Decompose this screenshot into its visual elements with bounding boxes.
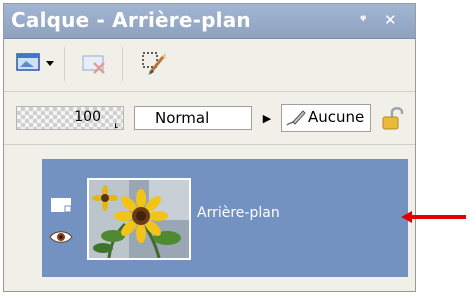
selection-brush-icon <box>142 52 166 75</box>
layer-name: Arrière-plan <box>197 205 280 221</box>
toolbar-separator <box>122 47 123 81</box>
new-layer-icon <box>16 53 40 71</box>
panel-title: Calque - Arrière-plan <box>11 8 251 32</box>
red-pointer-arrow-icon <box>401 211 466 223</box>
selection-brush-button[interactable] <box>138 47 172 81</box>
link-select[interactable]: Aucune <box>281 104 371 132</box>
blend-mode-value: Normal <box>155 109 210 127</box>
lock-button[interactable] <box>380 104 408 132</box>
opacity-field[interactable]: 100 ⸤ <box>16 106 124 130</box>
layer-thumbnail <box>87 178 191 260</box>
visibility-eye-icon[interactable] <box>49 229 73 245</box>
layer-mask-icon[interactable] <box>51 198 71 212</box>
layers-toolbar <box>4 39 415 92</box>
opacity-slider-icon[interactable]: ⸤ <box>114 115 119 130</box>
layer-properties-bar: 100 ⸤ Normal ▶ Aucune <box>4 92 415 145</box>
pin-icon[interactable]: ᵠ <box>360 13 366 28</box>
link-pen-icon <box>286 110 306 126</box>
delete-layer-button[interactable] <box>78 47 112 81</box>
new-layer-dropdown[interactable] <box>42 47 58 81</box>
unlock-icon <box>382 107 404 130</box>
layers-list: Arrière-plan <box>4 145 415 291</box>
panel-title-bar[interactable]: Calque - Arrière-plan ᵠ ✕ <box>4 4 415 39</box>
toolbar-separator <box>64 47 65 81</box>
sunflower-thumbnail-image <box>89 180 189 258</box>
link-value: Aucune <box>308 108 365 126</box>
blend-mode-arrow-icon[interactable]: ▶ <box>259 109 275 127</box>
layers-panel: Calque - Arrière-plan ᵠ ✕ 100 ⸤ Normal ▶… <box>3 3 416 292</box>
blend-mode-select[interactable]: Normal <box>134 106 252 130</box>
delete-layer-icon <box>82 55 105 74</box>
layer-row-arriere-plan[interactable]: Arrière-plan <box>42 159 408 277</box>
new-layer-button[interactable] <box>12 47 46 81</box>
opacity-value: 100 <box>74 109 101 125</box>
close-icon[interactable]: ✕ <box>384 11 397 29</box>
dropdown-icon <box>46 61 54 66</box>
